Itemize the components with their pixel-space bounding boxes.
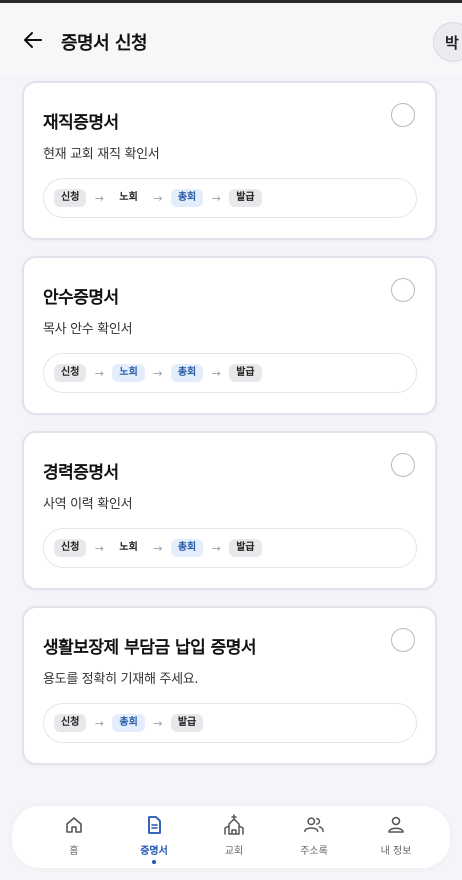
approval-flow: 신청 → 노회 → 총회 → 발급 — [43, 528, 417, 568]
flow-step: 총회 — [170, 189, 204, 207]
arrow-right-icon: → — [211, 191, 221, 205]
church-icon — [223, 814, 245, 836]
flow-step: 총회 — [112, 714, 145, 732]
nav-item-certificates[interactable]: 증명서 — [114, 814, 194, 864]
select-radio[interactable] — [391, 278, 415, 302]
flow-step: 노회 — [112, 364, 145, 382]
flow-step: 발급 — [229, 364, 262, 382]
nav-label: 내 정보 — [380, 846, 412, 857]
approval-flow: 신청 → 노회 → 총회 → 발급 — [43, 178, 417, 218]
nav-label: 홈 — [69, 846, 79, 857]
flow-step: 노회 — [119, 542, 138, 553]
flow-step: 총회 — [170, 539, 204, 557]
flow-step: 발급 — [229, 189, 262, 207]
card-title: 재직증명서 — [43, 113, 119, 133]
arrow-right-icon: → — [153, 716, 163, 730]
nav-item-profile[interactable]: 내 정보 — [356, 814, 436, 864]
card-description: 사역 이력 확인서 — [43, 497, 133, 512]
arrow-right-icon: → — [94, 716, 105, 730]
arrow-right-icon: → — [94, 191, 105, 205]
approval-flow: 신청 → 총회 → 발급 — [43, 703, 417, 743]
flow-step: 신청 — [54, 714, 87, 732]
card-title: 생활보장제 부담금 납입 증명서 — [43, 638, 257, 658]
arrow-right-icon: → — [94, 366, 105, 380]
flow-step: 신청 — [54, 364, 87, 382]
flow-step: 발급 — [170, 714, 204, 732]
select-radio[interactable] — [391, 103, 415, 127]
page-title: 증명서 신청 — [61, 33, 148, 54]
certificate-card-career[interactable]: 경력증명서 사역 이력 확인서 신청 → 노회 → 총회 → 발급 — [22, 431, 437, 590]
nav-item-home[interactable]: 홈 — [34, 814, 114, 864]
app-header: 증명서 신청 박 — [0, 3, 462, 75]
card-description: 용도를 정확히 기재해 주세요. — [43, 672, 199, 687]
avatar[interactable]: 박 — [433, 22, 462, 62]
arrow-right-icon: → — [211, 366, 221, 380]
arrow-right-icon: → — [153, 541, 163, 555]
arrow-right-icon: → — [153, 191, 163, 205]
bottom-nav: 홈 증명서 교회 주소록 내 정보 — [12, 806, 450, 868]
flow-step: 신청 — [54, 539, 87, 557]
home-icon — [63, 814, 85, 836]
nav-item-contacts[interactable]: 주소록 — [274, 814, 354, 864]
select-radio[interactable] — [391, 628, 415, 652]
approval-flow: 신청 → 노회 → 총회 → 발급 — [43, 353, 417, 393]
active-indicator — [152, 860, 156, 864]
nav-item-church[interactable]: 교회 — [194, 814, 274, 864]
flow-step: 총회 — [170, 364, 204, 382]
card-description: 현재 교회 재직 확인서 — [43, 147, 160, 162]
card-title: 경력증명서 — [43, 463, 119, 483]
back-button[interactable] — [18, 25, 48, 55]
profile-icon — [385, 814, 407, 836]
arrow-right-icon: → — [94, 541, 105, 555]
flow-step: 발급 — [229, 539, 262, 557]
certificate-card-pension-payment[interactable]: 생활보장제 부담금 납입 증명서 용도를 정확히 기재해 주세요. 신청 → 총… — [22, 606, 437, 765]
card-title: 안수증명서 — [43, 288, 119, 308]
certificate-card-employment[interactable]: 재직증명서 현재 교회 재직 확인서 신청 → 노회 → 총회 → 발급 — [22, 81, 437, 240]
certificate-card-ordination[interactable]: 안수증명서 목사 안수 확인서 신청 → 노회 → 총회 → 발급 — [22, 256, 437, 415]
arrow-left-icon — [24, 32, 42, 48]
nav-label: 증명서 — [140, 846, 168, 857]
document-icon — [143, 814, 165, 836]
flow-step: 신청 — [54, 189, 87, 207]
nav-label: 주소록 — [300, 846, 328, 857]
contacts-icon — [303, 814, 325, 836]
select-radio[interactable] — [391, 453, 415, 477]
card-description: 목사 안수 확인서 — [43, 322, 133, 337]
nav-label: 교회 — [224, 846, 244, 857]
flow-step: 노회 — [119, 192, 138, 203]
arrow-right-icon: → — [153, 366, 163, 380]
arrow-right-icon: → — [211, 541, 221, 555]
